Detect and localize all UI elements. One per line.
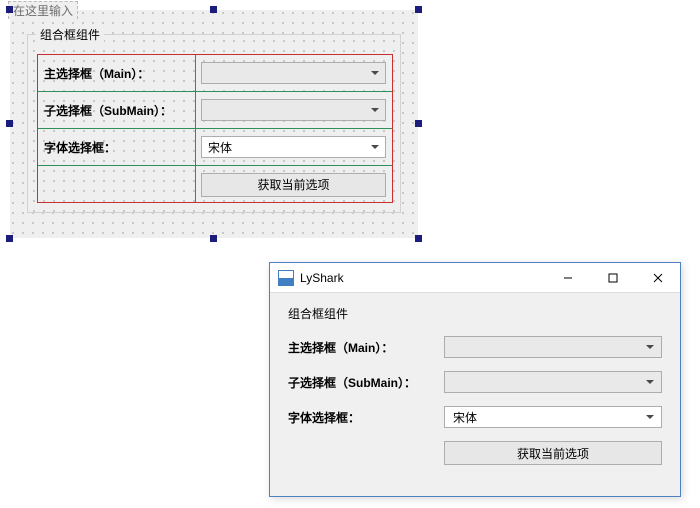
chevron-down-icon <box>646 345 654 349</box>
groupbox-title: 组合框组件 <box>288 305 662 322</box>
resize-handle-mr[interactable] <box>415 120 422 127</box>
close-button[interactable] <box>635 263 680 293</box>
form-designer-canvas[interactable]: 在这里输入 组合框组件 主选择框（Main）： 子选择框（SubMain）： <box>10 10 418 238</box>
grid-row-font[interactable]: 字体选择框： 宋体 <box>38 129 392 166</box>
close-icon <box>653 273 663 283</box>
row-button: 获取当前选项 <box>288 441 662 465</box>
resize-handle-tl[interactable] <box>6 6 13 13</box>
window-body: 组合框组件 主选择框（Main）： 子选择框（SubMain）： 字体选择框： … <box>270 293 680 477</box>
grid-empty-cell <box>38 166 195 203</box>
row-main: 主选择框（Main）： <box>288 336 662 358</box>
form-layout-grid[interactable]: 主选择框（Main）： 子选择框（SubMain）： <box>37 54 393 203</box>
combobox-font[interactable]: 宋体 <box>444 406 662 428</box>
get-current-button-label: 获取当前选项 <box>257 176 329 193</box>
combobox-submain[interactable] <box>444 371 662 393</box>
resize-handle-tm[interactable] <box>210 6 217 13</box>
grid-row-main[interactable]: 主选择框（Main）： <box>38 55 392 92</box>
designer-caption[interactable]: 在这里输入 <box>8 1 78 19</box>
resize-handle-bl[interactable] <box>6 235 13 242</box>
label-font: 字体选择框： <box>38 129 195 165</box>
grid-row-submain[interactable]: 子选择框（SubMain）： <box>38 92 392 129</box>
runtime-window: LyShark 组合框组件 主选择框（Main）： 子选择框（SubMain）： <box>269 262 681 497</box>
combobox-main[interactable] <box>444 336 662 358</box>
get-current-button-label: 获取当前选项 <box>517 445 589 462</box>
combobox-font-value: 宋体 <box>208 139 232 156</box>
chevron-down-icon <box>646 380 654 384</box>
label-submain: 子选择框（SubMain）： <box>288 374 444 391</box>
groupbox-title: 组合框组件 <box>36 26 104 43</box>
label-submain: 子选择框（SubMain）： <box>38 92 195 128</box>
minimize-icon <box>563 273 573 283</box>
row-font: 字体选择框： 宋体 <box>288 406 662 428</box>
label-main: 主选择框（Main）： <box>288 339 444 356</box>
combobox-submain[interactable] <box>201 99 386 121</box>
row-submain: 子选择框（SubMain）： <box>288 371 662 393</box>
chevron-down-icon <box>371 108 379 112</box>
grid-row-button[interactable]: 获取当前选项 <box>38 166 392 203</box>
label-main: 主选择框（Main）： <box>38 55 195 91</box>
label-font: 字体选择框： <box>288 409 444 426</box>
chevron-down-icon <box>371 145 379 149</box>
resize-handle-bm[interactable] <box>210 235 217 242</box>
maximize-icon <box>608 273 618 283</box>
resize-handle-tr[interactable] <box>415 6 422 13</box>
resize-handle-br[interactable] <box>415 235 422 242</box>
get-current-button[interactable]: 获取当前选项 <box>201 173 386 197</box>
chevron-down-icon <box>371 71 379 75</box>
chevron-down-icon <box>646 415 654 419</box>
combobox-font-value: 宋体 <box>453 409 477 426</box>
minimize-button[interactable] <box>545 263 590 293</box>
resize-handle-ml[interactable] <box>6 120 13 127</box>
titlebar[interactable]: LyShark <box>270 263 680 293</box>
combobox-main[interactable] <box>201 62 386 84</box>
combobox-font[interactable]: 宋体 <box>201 136 386 158</box>
maximize-button[interactable] <box>590 263 635 293</box>
window-title: LyShark <box>300 271 344 285</box>
app-icon <box>278 270 294 286</box>
get-current-button[interactable]: 获取当前选项 <box>444 441 662 465</box>
groupbox[interactable]: 组合框组件 主选择框（Main）： 子选择框（SubMain）： <box>27 34 401 213</box>
